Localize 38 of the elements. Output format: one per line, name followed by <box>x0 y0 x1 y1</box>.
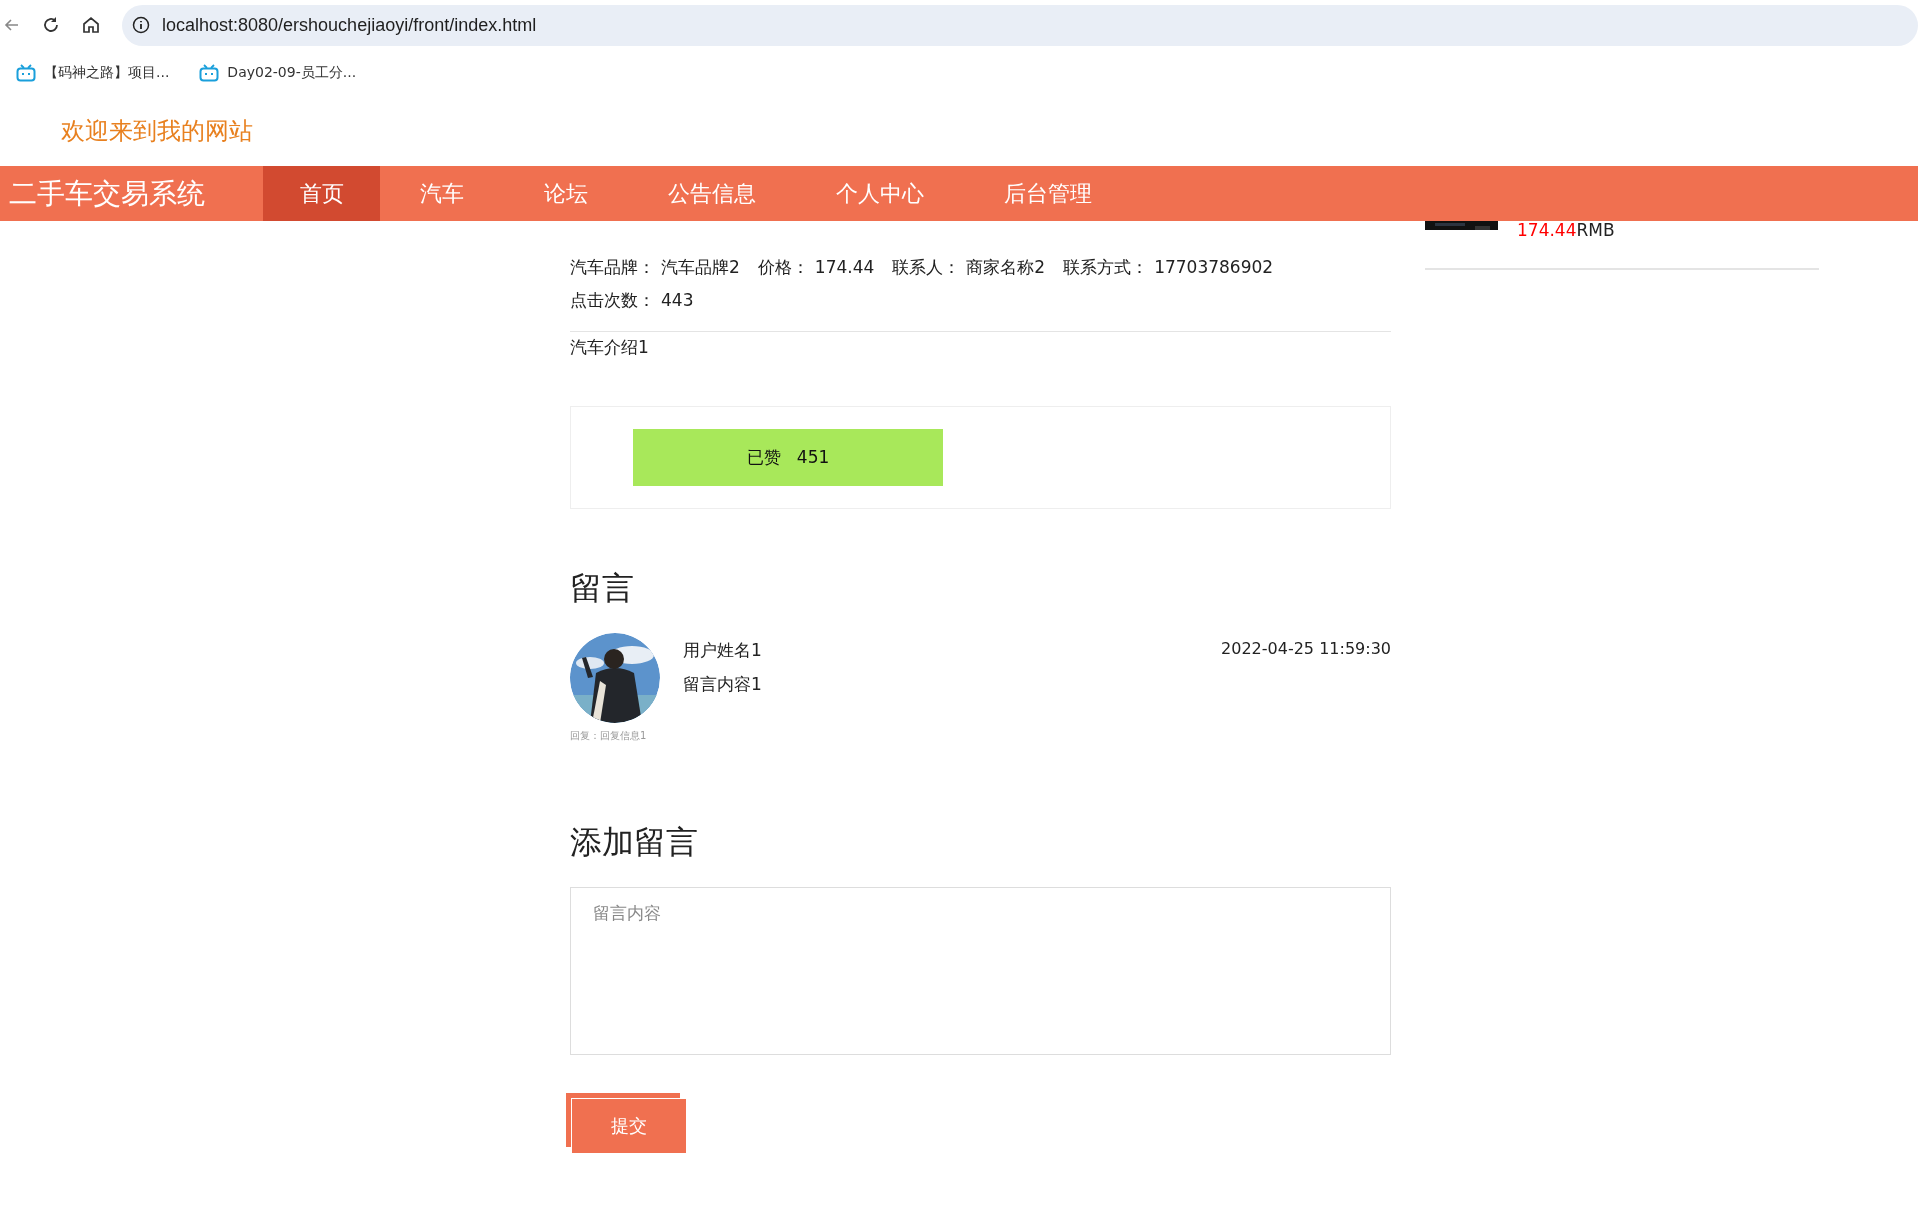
info-icon[interactable] <box>132 16 150 34</box>
field-label: 价格： <box>757 257 809 277</box>
bookmark-link[interactable]: 【码神之路】项目... <box>44 64 170 82</box>
site-title: 二手车交易系统 <box>8 175 206 212</box>
nav-tab[interactable]: 论坛 <box>504 166 628 221</box>
section-heading: 留言 <box>570 568 635 609</box>
field-label: 点击次数： <box>570 290 655 310</box>
comment-time: 2022-04-25 11:59:30 <box>1221 638 1391 658</box>
tv-icon <box>16 64 36 82</box>
address-bar[interactable]: localhost:8080/ershouchejiaoyi/front/index.html <box>122 4 1918 46</box>
home-icon[interactable] <box>82 16 100 34</box>
comment-author: 用户姓名1 <box>683 639 763 662</box>
submit-button[interactable]: 提交 <box>572 1099 686 1153</box>
field-label: 汽车品牌： <box>570 257 655 277</box>
comment-input[interactable]: 留言内容 <box>570 887 1391 1055</box>
nav-tab[interactable]: 个人中心 <box>796 166 964 221</box>
reply-text: 回复：回复信息1 <box>570 729 648 743</box>
field-value: 汽车品牌2 <box>661 257 740 277</box>
nav-tab[interactable]: 公告信息 <box>628 166 796 221</box>
welcome-text: 欢迎来到我的网站 <box>61 116 253 147</box>
field-label: 联系方式： <box>1063 257 1149 277</box>
nav-tab[interactable]: 首页 <box>263 166 380 221</box>
field-value: 174.44 <box>814 257 875 277</box>
field-value: 17703786902 <box>1154 257 1274 277</box>
field-label: 联系人： <box>892 257 961 277</box>
field-value: 商家名称2 <box>966 257 1046 277</box>
reload-icon[interactable] <box>42 16 60 34</box>
field-value: 443 <box>661 290 694 310</box>
like-button[interactable]: 已赞 451 <box>633 429 943 486</box>
tv-icon <box>199 64 220 82</box>
car-price: 174.44RMB <box>1517 221 1615 240</box>
nav-tab[interactable]: 汽车 <box>380 166 504 221</box>
section-heading: 添加留言 <box>570 822 699 863</box>
nav-tab[interactable]: 后台管理 <box>964 166 1132 221</box>
comment-text: 留言内容1 <box>683 673 763 696</box>
back-icon[interactable] <box>4 17 20 33</box>
car-description: 汽车介绍1 <box>570 336 650 359</box>
bookmark-link[interactable]: Day02-09-员工分... <box>227 64 357 82</box>
